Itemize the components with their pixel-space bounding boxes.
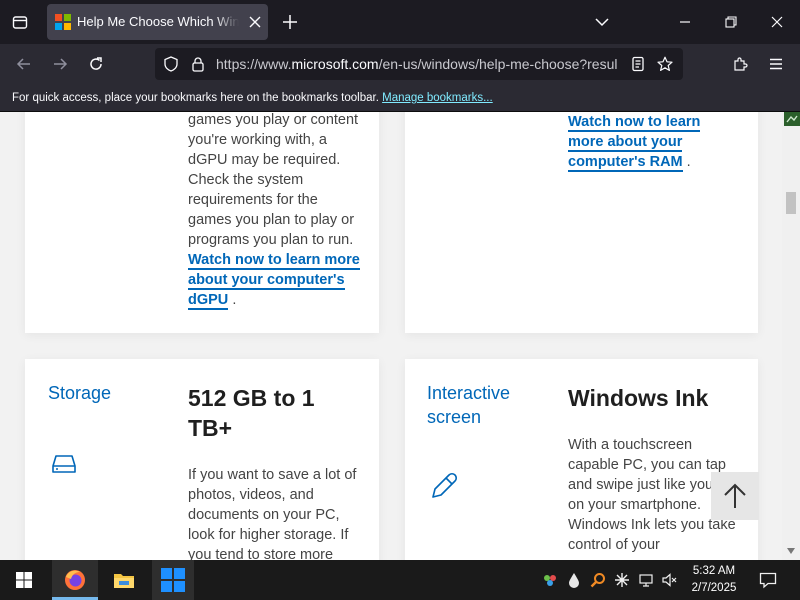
card-ram: Watch now to learn more about your compu… [405, 112, 758, 333]
storage-description: If you want to save a lot of photos, vid… [188, 467, 357, 560]
storage-spec: 512 GB to 1 TB+ [188, 385, 315, 441]
windows-taskbar: 5:32 AM 2/7/2025 [0, 560, 800, 600]
manage-bookmarks-link[interactable]: Manage bookmarks... [382, 92, 493, 104]
start-button[interactable] [4, 560, 44, 600]
ram-description: Watch now to learn more about your compu… [568, 112, 718, 172]
microsoft-logo-icon [55, 14, 71, 30]
scrollbar-thumb[interactable] [786, 192, 796, 214]
navigation-toolbar: https://www.microsoft.com/en-us/windows/… [0, 44, 800, 84]
arrow-left-icon [16, 58, 30, 70]
dgpu-description: games you play or content you're working… [188, 112, 362, 310]
interactive-screen-category: Interactive screen [427, 383, 511, 427]
tab-title: Help Me Choose Which Windows [77, 14, 239, 29]
search-tray-icon[interactable] [590, 572, 606, 588]
close-icon [771, 16, 783, 28]
new-tab-button[interactable] [278, 10, 302, 34]
plus-icon [283, 15, 297, 29]
arrow-up-icon [724, 483, 746, 508]
url-prefix: https://www. [216, 56, 292, 72]
forward-button[interactable] [46, 50, 74, 78]
close-icon [249, 16, 261, 28]
url-path: /en-us/windows/help-me-choose?resul [378, 56, 618, 72]
bookmarks-message: For quick access, place your bookmarks h… [12, 92, 379, 104]
puzzle-icon [734, 57, 748, 71]
ram-trailing-period: . [686, 154, 691, 170]
address-bar[interactable]: https://www.microsoft.com/en-us/windows/… [155, 48, 683, 80]
tab-help-me-choose[interactable]: Help Me Choose Which Windows [47, 4, 268, 40]
restore-icon [725, 16, 737, 28]
hamburger-menu-icon [770, 58, 782, 70]
taskbar-file-explorer[interactable] [104, 560, 144, 600]
dgpu-trailing-period: . [232, 292, 237, 308]
people-tray-icon[interactable] [542, 572, 558, 588]
bookmarks-hint: For quick access, place your bookmarks h… [12, 92, 493, 104]
reload-button[interactable] [82, 50, 110, 78]
card-dgpu: games you play or content you're working… [25, 112, 379, 333]
interactive-screen-spec: Windows Ink [568, 385, 709, 411]
tab-list-icon [12, 16, 28, 29]
page-scrollbar[interactable] [782, 112, 800, 560]
card-interactive-screen: Interactive screen Windows Ink With a to… [405, 359, 758, 560]
firefox-icon [65, 570, 85, 590]
bookmark-star-icon[interactable] [657, 56, 673, 72]
notification-center-icon[interactable] [759, 571, 777, 589]
water-drop-tray-icon[interactable] [566, 572, 582, 588]
dgpu-text: games you play or content you're working… [188, 112, 359, 248]
snowflake-tray-icon[interactable] [614, 572, 630, 588]
back-to-top-button[interactable] [711, 472, 759, 520]
dgpu-learn-more-link[interactable]: Watch now to learn more about your compu… [188, 252, 360, 310]
minimize-button[interactable] [671, 8, 699, 36]
reload-icon [90, 57, 102, 70]
taskbar-firefox[interactable] [52, 560, 98, 600]
reader-view-icon[interactable] [630, 56, 646, 72]
lock-icon[interactable] [190, 56, 206, 72]
storage-category: Storage [48, 383, 112, 403]
windows-app-icon [161, 568, 185, 592]
restore-button[interactable] [717, 8, 745, 36]
arrow-right-icon [54, 58, 68, 70]
minimize-icon [680, 21, 690, 23]
tab-close-button[interactable] [245, 12, 265, 32]
close-window-button[interactable] [763, 8, 791, 36]
app-menu-button[interactable] [762, 50, 790, 78]
pen-icon [429, 471, 459, 501]
scroll-down-arrow[interactable] [784, 544, 798, 558]
clock-date: 2/7/2025 [691, 582, 737, 594]
windows-logo-icon [16, 572, 32, 588]
network-icon[interactable] [638, 572, 654, 588]
folder-icon [114, 574, 134, 588]
triangle-down-icon [787, 548, 795, 554]
volume-muted-icon[interactable] [661, 572, 677, 588]
card-storage: Storage 512 GB to 1 TB+ If you want to s… [25, 359, 379, 560]
taskbar-windows-app[interactable] [152, 560, 194, 600]
chevron-down-icon [595, 18, 609, 27]
tab-bar: Help Me Choose Which Windows [0, 0, 800, 44]
bookmarks-toolbar: For quick access, place your bookmarks h… [0, 84, 800, 112]
list-all-tabs-button[interactable] [6, 8, 34, 36]
back-button[interactable] [10, 50, 38, 78]
url-text[interactable]: https://www.microsoft.com/en-us/windows/… [216, 56, 620, 74]
url-domain: microsoft.com [291, 56, 379, 72]
page-viewport: games you play or content you're working… [0, 112, 782, 560]
shield-icon[interactable] [163, 56, 179, 72]
system-clock[interactable]: 5:32 AM 2/7/2025 [684, 563, 744, 597]
hard-drive-icon [51, 453, 77, 475]
extensions-button[interactable] [726, 50, 754, 78]
extension-badge-icon [784, 112, 800, 126]
clock-time: 5:32 AM [692, 565, 736, 577]
ram-learn-more-link[interactable]: Watch now to learn more about your compu… [568, 114, 701, 172]
tabs-overflow-button[interactable] [590, 10, 614, 34]
